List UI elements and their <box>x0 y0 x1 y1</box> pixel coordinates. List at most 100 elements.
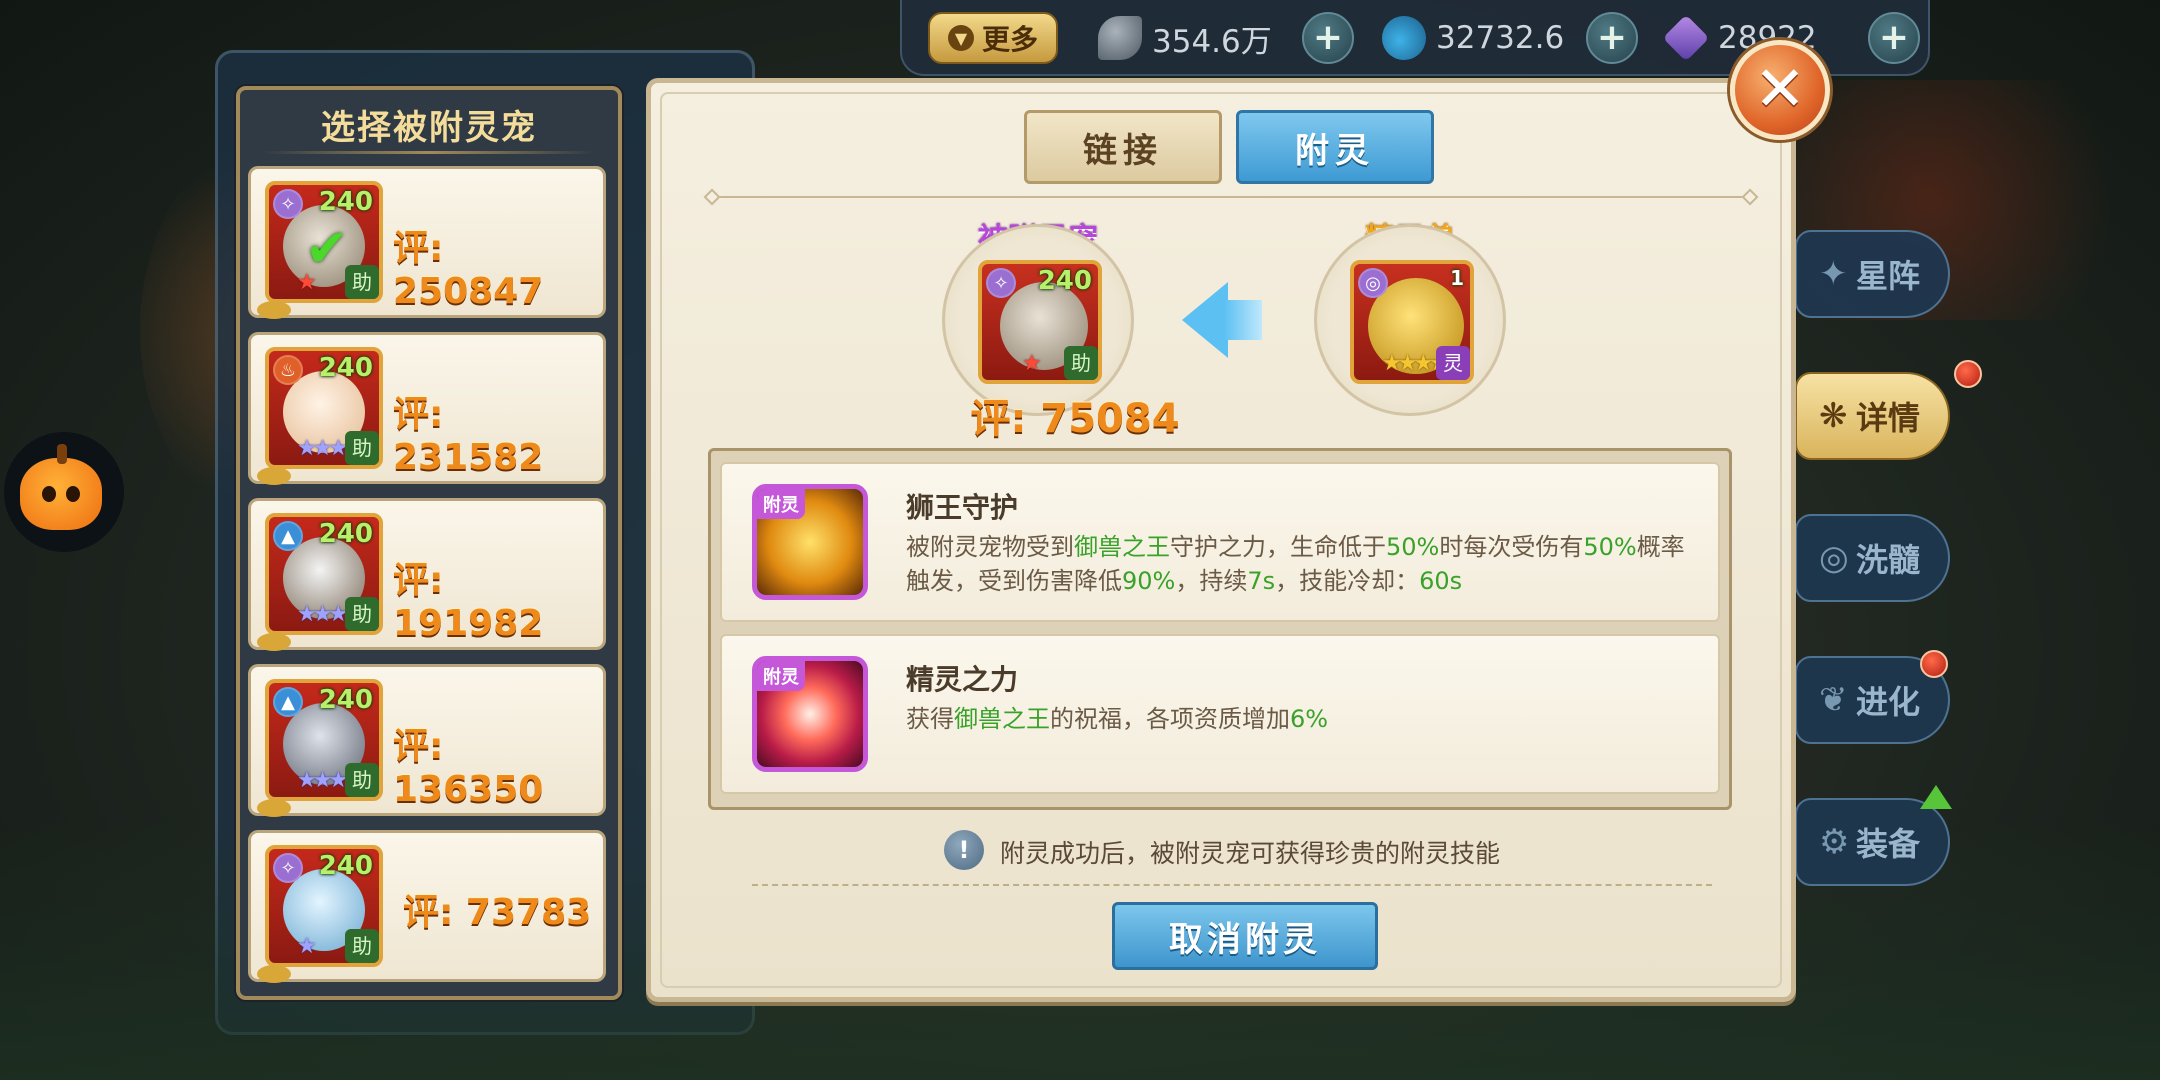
feather-icon <box>1098 16 1142 60</box>
pet-level: 240 <box>318 685 373 715</box>
tab-link[interactable]: 链接 <box>1024 110 1222 184</box>
side-menu-star-array[interactable]: ✦ 星阵 <box>1795 230 1950 318</box>
assist-badge: 助 <box>1064 346 1098 380</box>
pet-level: 240 <box>318 851 373 881</box>
crystal-icon <box>1662 14 1710 62</box>
pet-card[interactable]: ▲ 240 ★★★ 助 评: 136350 <box>248 664 606 817</box>
element-icon: ◎ <box>1358 268 1388 298</box>
arrow-left-icon <box>1182 282 1262 358</box>
notification-dot <box>1954 360 1982 388</box>
spirit-power-skill-icon: 附灵 <box>752 656 868 772</box>
target-pet-score: 评: 75084 <box>970 396 1180 442</box>
target-pet-portrait: ✧ 240 ★ 助 <box>978 260 1102 384</box>
star-rating: ★ <box>1022 351 1042 376</box>
skill-row: 附灵 精灵之力 获得御兽之王的祝福，各项资质增加6% <box>720 634 1720 794</box>
more-button[interactable]: ▼ 更多 <box>928 12 1058 64</box>
pet-score: 评: 231582 <box>393 394 544 478</box>
skill-name: 狮王守护 <box>906 491 1019 524</box>
star-rating: ★ <box>297 270 317 295</box>
more-label: 更多 <box>981 23 1038 56</box>
pet-level: 240 <box>318 353 373 383</box>
star-rating: ★★★ <box>297 436 348 461</box>
pet-score: 评: 73783 <box>403 892 592 933</box>
resource-value: 354.6万 <box>1152 23 1272 60</box>
wing-ornament-icon <box>257 301 291 319</box>
assist-badge: 助 <box>345 763 379 797</box>
chevron-down-icon: ▼ <box>947 25 974 51</box>
pet-card[interactable]: ✧ 240 ✔ ★ 助 评: 250847 <box>248 166 606 319</box>
skill-tag: 附灵 <box>757 661 805 691</box>
paw-icon: ❋ <box>1819 396 1848 436</box>
element-icon: ♨ <box>273 355 303 385</box>
wing-ornament-icon <box>257 467 291 485</box>
assist-badge: 助 <box>345 265 379 299</box>
title-divider <box>262 151 596 154</box>
side-menu-equipment[interactable]: ⚙ 装备 <box>1795 798 1950 886</box>
skill-row: 附灵 狮王守护 被附灵宠物受到御兽之王守护之力，生命低于50%时每次受伤有50%… <box>720 462 1720 622</box>
side-menu-label: 洗髓 <box>1855 541 1920 579</box>
pumpkin-pet-icon <box>20 444 102 530</box>
skill-description: 获得御兽之王的祝福，各项资质增加6% <box>906 705 1329 733</box>
pet-card[interactable]: ✧ 240 ★ 助 评: 73783 <box>248 830 606 983</box>
section-divider <box>712 196 1750 198</box>
element-icon: ✧ <box>273 189 303 219</box>
spirit-beast-portrait: ◎ 1 ★★★★★ 灵 <box>1350 260 1474 384</box>
info-icon: ! <box>944 830 984 870</box>
side-menu-label: 星阵 <box>1855 257 1920 295</box>
skill-name: 精灵之力 <box>906 663 1019 696</box>
add-crystal-button[interactable]: + <box>1868 12 1920 64</box>
equipment-icon: ⚙ <box>1819 822 1850 862</box>
lion-guard-skill-icon: 附灵 <box>752 484 868 600</box>
pet-level: 240 <box>318 519 373 549</box>
side-menu-refine[interactable]: ◎ 洗髓 <box>1795 514 1950 602</box>
assist-badge: 助 <box>345 929 379 963</box>
cancel-attach-button[interactable]: 取消附灵 <box>1112 902 1378 970</box>
wing-ornament-icon <box>257 633 291 651</box>
tab-attach-spirit[interactable]: 附灵 <box>1236 110 1434 184</box>
wing-ornament-icon <box>257 965 291 983</box>
element-icon: ▲ <box>273 687 303 717</box>
element-icon: ▲ <box>273 521 303 551</box>
element-icon: ✧ <box>273 853 303 883</box>
pet-score: 评: 136350 <box>393 726 544 810</box>
notification-dot <box>1920 650 1948 678</box>
assist-badge: 助 <box>345 431 379 465</box>
assist-badge: 助 <box>345 597 379 631</box>
pet-portrait: ♨ 240 ★★★ 助 <box>265 347 383 469</box>
wing-ornament-icon <box>257 799 291 817</box>
side-menu-label: 进化 <box>1855 683 1920 721</box>
potion-icon <box>1382 16 1426 60</box>
evolve-icon: ❦ <box>1819 680 1848 720</box>
pet-card[interactable]: ♨ 240 ★★★ 助 评: 231582 <box>248 332 606 485</box>
resource-potion: 32732.6 + <box>1382 10 1638 66</box>
element-icon: ✧ <box>986 268 1016 298</box>
star-rating: ★★★ <box>297 768 348 793</box>
star-rating: ★ <box>297 934 317 959</box>
close-icon[interactable]: ✕ <box>1730 40 1830 140</box>
spirit-badge: 灵 <box>1436 346 1470 380</box>
pet-score: 评: 191982 <box>393 560 544 644</box>
pet-portrait: ▲ 240 ★★★ 助 <box>265 513 383 635</box>
add-potion-button[interactable]: + <box>1586 12 1638 64</box>
refine-icon: ◎ <box>1819 538 1849 578</box>
pet-level: 240 <box>318 187 373 217</box>
side-menu-details[interactable]: ❋ 详情 <box>1795 372 1950 460</box>
side-menu-label: 详情 <box>1855 399 1920 437</box>
dashed-divider <box>752 884 1712 886</box>
skill-description: 被附灵宠物受到御兽之王守护之力，生命低于50%时每次受伤有50%概率触发，受到伤… <box>906 533 1685 595</box>
pet-level: 240 <box>1037 266 1092 296</box>
add-feather-button[interactable]: + <box>1302 12 1354 64</box>
pet-list-title: 选择被附灵宠 <box>321 108 537 148</box>
resource-value: 32732.6 <box>1436 20 1565 56</box>
pet-portrait: ✧ 240 ✔ ★ 助 <box>265 181 383 303</box>
star-rating: ★★★ <box>297 602 348 627</box>
spirit-count: 1 <box>1450 266 1464 290</box>
pet-portrait: ✧ 240 ★ 助 <box>265 845 383 967</box>
pet-score: 评: 250847 <box>393 228 544 312</box>
skill-tag: 附灵 <box>757 489 805 519</box>
pet-portrait: ▲ 240 ★★★ 助 <box>265 679 383 801</box>
resource-feather: 354.6万 + <box>1098 10 1354 66</box>
tip-text: 附灵成功后，被附灵宠可获得珍贵的附灵技能 <box>1000 839 1501 868</box>
upgrade-arrow-icon <box>1920 785 1952 809</box>
pet-card[interactable]: ▲ 240 ★★★ 助 评: 191982 <box>248 498 606 651</box>
